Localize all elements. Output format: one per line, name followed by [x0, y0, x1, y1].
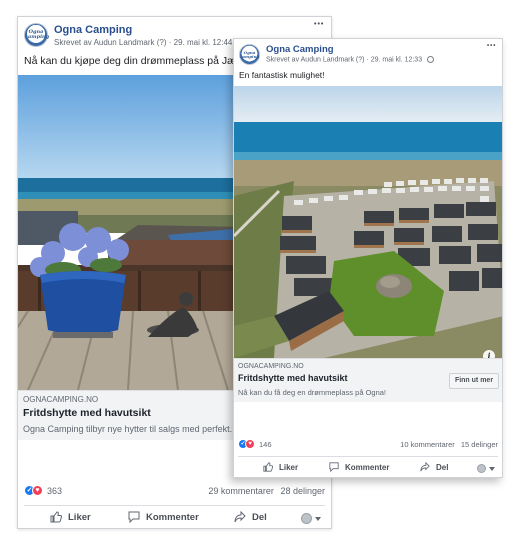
- love-reaction-icon: ♥: [32, 485, 43, 496]
- link-preview[interactable]: OGNACAMPING.NO Fritdshytte med havutsikt…: [234, 358, 502, 402]
- action-divider: [24, 505, 325, 506]
- post-meta: Skrevet av Audun Landmark (?) · 29. mai …: [266, 56, 435, 64]
- post-image-aerial-campsite[interactable]: [234, 86, 502, 358]
- author-line[interactable]: Skrevet av Audun Landmark: [54, 38, 155, 47]
- link-domain: OGNACAMPING.NO: [238, 363, 304, 370]
- share-button[interactable]: Del: [420, 462, 448, 472]
- more-options-icon[interactable]: •••: [487, 43, 496, 49]
- page-avatar[interactable]: Ogna camping: [239, 44, 260, 65]
- post-text: En fantastisk mulighet!: [239, 70, 325, 80]
- link-title[interactable]: Fritdshytte med havutsikt: [23, 407, 151, 419]
- more-options-icon[interactable]: •••: [314, 21, 324, 28]
- like-button[interactable]: Liker: [50, 511, 91, 523]
- link-title[interactable]: Fritdshytte med havutsikt: [238, 373, 348, 383]
- meta-separator: ·: [366, 56, 369, 64]
- profile-thumbnail-icon: [301, 513, 312, 524]
- timestamp-link[interactable]: 29. mai kl. 12:33: [371, 56, 422, 63]
- avatar-logo-text: Ogna camping: [240, 49, 260, 59]
- aerial-campsite-photo: [234, 86, 502, 358]
- comments-count[interactable]: 10 kommentarer: [400, 440, 455, 449]
- chevron-down-icon: [315, 516, 321, 521]
- reactions-summary[interactable]: ✓ ♥ 146: [238, 439, 272, 449]
- thumbs-up-icon: [263, 462, 273, 472]
- share-button[interactable]: Del: [234, 511, 267, 523]
- link-description: Nå kan du få deg en drømmeplass på Ogna!: [238, 388, 387, 397]
- reactions-count: 363: [47, 485, 63, 496]
- author-info[interactable]: (?): [157, 38, 167, 47]
- page-name-link[interactable]: Ogna Camping: [266, 44, 334, 55]
- action-divider: [238, 456, 498, 457]
- reactions-summary[interactable]: ✓ ♥ 363: [24, 485, 62, 496]
- comment-label: Kommenter: [146, 511, 199, 523]
- post-text: Nå kan du kjøpe deg din drømmeplass på J…: [24, 55, 252, 67]
- facebook-post-right: Ogna camping Ogna Camping Skrevet av Aud…: [233, 38, 503, 478]
- share-icon: [234, 511, 246, 523]
- comments-count[interactable]: 29 kommentarer: [208, 486, 274, 496]
- author-info[interactable]: (?): [356, 56, 365, 63]
- like-button[interactable]: Liker: [263, 462, 298, 472]
- post-meta: Skrevet av Audun Landmark (?) · 29. mai …: [54, 38, 246, 47]
- meta-separator: ·: [168, 38, 172, 47]
- comment-label: Kommenter: [345, 462, 390, 472]
- engagement-counts: 29 kommentarer 28 delinger: [208, 486, 325, 496]
- engagement-counts: 10 kommentarer 15 delinger: [400, 440, 498, 449]
- share-label: Del: [436, 462, 449, 472]
- reactions-count: 146: [259, 439, 272, 449]
- chevron-down-icon: [489, 466, 495, 471]
- love-reaction-icon: ♥: [245, 439, 255, 449]
- page-avatar[interactable]: Ogna camping: [24, 23, 50, 47]
- shares-count[interactable]: 15 delinger: [461, 440, 498, 449]
- author-line[interactable]: Skrevet av Audun Landmark: [266, 56, 354, 63]
- shares-count[interactable]: 28 delinger: [280, 486, 325, 496]
- comment-button[interactable]: Kommenter: [128, 511, 199, 523]
- audience-selector[interactable]: [301, 513, 321, 524]
- like-label: Liker: [68, 511, 91, 523]
- learn-more-button[interactable]: Finn ut mer: [449, 373, 499, 389]
- globe-icon: [427, 56, 435, 63]
- page-name-link[interactable]: Ogna Camping: [54, 24, 132, 36]
- audience-selector[interactable]: [477, 464, 495, 473]
- avatar-logo-text: Ogna camping: [25, 29, 50, 40]
- share-label: Del: [252, 511, 267, 523]
- profile-thumbnail-icon: [477, 464, 486, 473]
- share-icon: [420, 462, 430, 472]
- comment-icon: [329, 462, 339, 472]
- timestamp-link[interactable]: 29. mai kl. 12:44: [174, 38, 233, 47]
- comment-button[interactable]: Kommenter: [329, 462, 389, 472]
- link-domain: OGNACAMPING.NO: [23, 395, 99, 404]
- comment-icon: [128, 511, 140, 523]
- thumbs-up-icon: [50, 511, 62, 523]
- like-label: Liker: [279, 462, 299, 472]
